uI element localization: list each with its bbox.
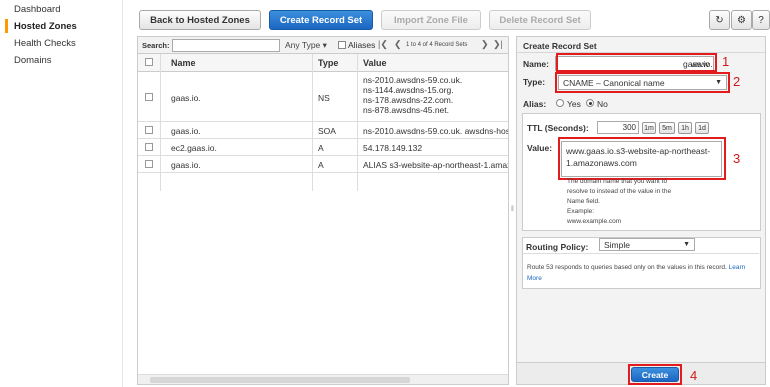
value-hint: The domain name that you want to resolve… <box>567 178 672 225</box>
alias-yes-radio[interactable] <box>556 99 564 107</box>
ttl-preset-1m[interactable]: 1m <box>642 122 656 134</box>
annotation-3: 3 <box>733 151 741 166</box>
type-filter-select[interactable]: Any Type ▾ <box>285 40 327 51</box>
ttl-preset-1h[interactable]: 1h <box>678 122 692 134</box>
record-value: 54.178.149.132 <box>363 143 423 153</box>
nav-active-indicator <box>5 19 8 33</box>
table-header: Name Type Value <box>138 54 508 72</box>
nav-item-domains[interactable]: Domains <box>14 55 52 66</box>
horizontal-scrollbar[interactable] <box>138 374 508 384</box>
panel-splitter[interactable]: ‖ <box>511 36 515 385</box>
routing-policy-description: Route 53 responds to queries based only … <box>527 264 746 282</box>
table-row[interactable]: gaas.io. NS ns-2010.awsdns-59.co.uk. ns-… <box>138 72 508 122</box>
alias-row: Alias: Yes No <box>522 95 761 111</box>
search-label: Search: <box>142 41 170 50</box>
ttl-input[interactable]: 300 <box>597 121 639 134</box>
delete-record-set-button[interactable]: Delete Record Set <box>489 10 591 30</box>
name-label: Name: <box>523 59 549 69</box>
record-name: gaas.io. <box>171 93 201 103</box>
annotation-4: 4 <box>690 368 698 383</box>
alias-label: Alias: <box>523 99 547 109</box>
help-icon[interactable]: ? <box>752 10 770 30</box>
value-label: Value: <box>527 143 553 153</box>
nav-item-hosted-zones[interactable]: Hosted Zones <box>14 21 77 32</box>
record-name: gaas.io. <box>171 160 201 170</box>
table-row[interactable]: gaas.io. SOA ns-2010.awsdns-59.co.uk. aw… <box>138 122 508 139</box>
pager-next-icon[interactable]: ❯ <box>481 39 489 50</box>
chevron-down-icon: ▼ <box>683 241 690 248</box>
search-input[interactable] <box>172 39 280 52</box>
row-checkbox[interactable] <box>145 160 153 168</box>
panel-footer: Create <box>517 362 765 385</box>
back-to-hosted-zones-button[interactable]: Back to Hosted Zones <box>139 10 261 30</box>
routing-policy-label: Routing Policy: <box>526 242 589 252</box>
record-sets-table: Search: Any Type ▾ Aliases |❮ ❮ 1 to 4 o… <box>137 36 509 385</box>
record-value: ALIAS s3-website-ap-northeast-1.amazon <box>363 160 508 170</box>
ttl-preset-1d[interactable]: 1d <box>695 122 709 134</box>
table-row[interactable]: gaas.io. A ALIAS s3-website-ap-northeast… <box>138 156 508 173</box>
routing-policy-select[interactable]: Simple ▼ <box>599 238 695 251</box>
nav-item-health-checks[interactable]: Health Checks <box>14 38 76 49</box>
table-row[interactable]: ec2.gaas.io. A 54.178.149.132 <box>138 139 508 156</box>
annotation-1: 1 <box>722 54 730 69</box>
record-name: ec2.gaas.io. <box>171 143 217 153</box>
alias-no-radio[interactable] <box>586 99 594 107</box>
nav-item-dashboard[interactable]: Dashboard <box>14 4 60 15</box>
aliases-checkbox[interactable] <box>338 41 346 49</box>
highlight-box-1 <box>556 53 717 72</box>
column-header-value[interactable]: Value <box>363 58 387 68</box>
alias-no-label: No <box>597 99 608 109</box>
column-header-type[interactable]: Type <box>318 58 338 68</box>
highlight-box-4 <box>628 364 682 385</box>
select-all-checkbox[interactable] <box>145 58 153 66</box>
panel-title: Create Record Set <box>523 41 597 51</box>
ttl-label: TTL (Seconds): <box>527 123 589 133</box>
record-value: ns-1144.awsdns-15.org. <box>363 85 454 95</box>
record-value: ns-178.awsdns-22.com. <box>363 95 454 105</box>
record-value: ns-2010.awsdns-59.co.uk. <box>363 75 463 85</box>
search-bar: Search: Any Type ▾ Aliases |❮ ❮ 1 to 4 o… <box>138 37 508 54</box>
record-value: ns-878.awsdns-45.net. <box>363 105 449 115</box>
ttl-preset-5m[interactable]: 5m <box>659 122 675 134</box>
row-checkbox[interactable] <box>145 143 153 151</box>
type-label: Type: <box>523 77 546 87</box>
left-nav: Dashboard Hosted Zones Health Checks Dom… <box>0 0 123 387</box>
column-header-name[interactable]: Name <box>171 58 196 68</box>
pager-text: 1 to 4 of 4 Record Sets <box>406 42 468 48</box>
record-value: ns-2010.awsdns-59.co.uk. awsdns-hostm <box>363 126 508 136</box>
create-record-set-panel: Create Record Set Name: www gaas.io. Typ… <box>516 36 766 385</box>
row-checkbox[interactable] <box>145 126 153 134</box>
aliases-label: Aliases <box>348 40 376 50</box>
alias-yes-label: Yes <box>567 99 581 109</box>
record-type: NS <box>318 93 330 103</box>
record-type: A <box>318 160 324 170</box>
gear-icon[interactable]: ⚙ <box>731 10 752 30</box>
highlight-box-3 <box>558 137 726 180</box>
create-record-set-button[interactable]: Create Record Set <box>269 10 373 30</box>
row-checkbox[interactable] <box>145 93 153 101</box>
import-zone-file-button[interactable]: Import Zone File <box>381 10 481 30</box>
record-name: gaas.io. <box>171 126 201 136</box>
annotation-2: 2 <box>733 74 741 89</box>
highlight-box-2 <box>555 72 730 93</box>
refresh-icon[interactable]: ↻ <box>709 10 730 30</box>
record-type: SOA <box>318 126 336 136</box>
pager-prev-icon[interactable]: ❮ <box>394 39 402 50</box>
pager-last-icon[interactable]: ❯| <box>493 39 503 50</box>
pager-first-icon[interactable]: |❮ <box>378 39 388 50</box>
record-type: A <box>318 143 324 153</box>
